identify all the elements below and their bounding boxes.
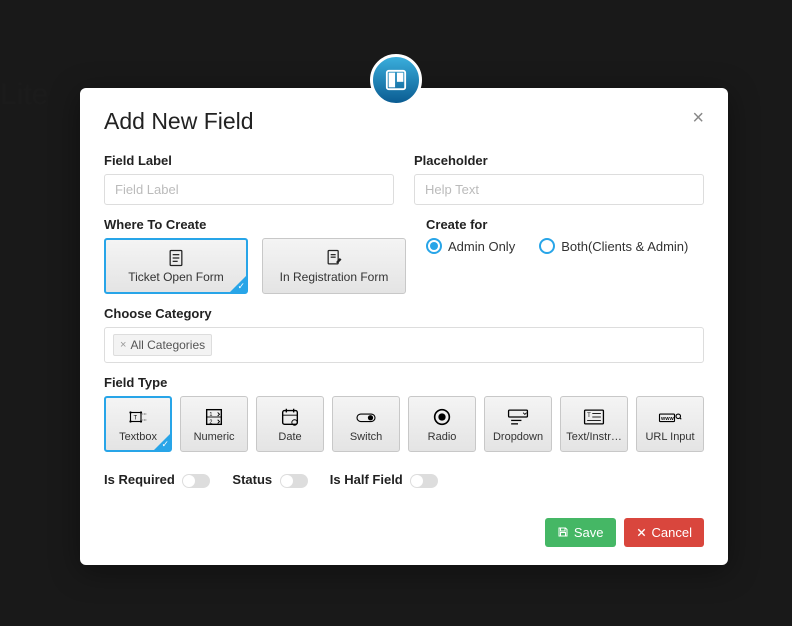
svg-text:T: T xyxy=(134,415,138,421)
toggle-icon xyxy=(182,474,210,488)
svg-text:1: 1 xyxy=(209,412,212,418)
field-type-dropdown[interactable]: Dropdown xyxy=(484,396,552,452)
category-tag[interactable]: × All Categories xyxy=(113,334,212,356)
selected-check-icon xyxy=(154,434,170,450)
toggle-icon xyxy=(410,474,438,488)
svg-text:2: 2 xyxy=(209,419,212,425)
radio-label: Admin Only xyxy=(448,239,515,254)
field-type-url-input[interactable]: WWW URL Input xyxy=(636,396,704,452)
form-edit-icon xyxy=(323,248,345,268)
type-label: Numeric xyxy=(194,431,235,443)
where-option-label: Ticket Open Form xyxy=(128,270,224,284)
create-for-label: Create for xyxy=(426,217,704,232)
close-button[interactable]: × xyxy=(692,108,704,128)
textbox-icon: T xyxy=(126,406,150,428)
field-type-radio[interactable]: Radio xyxy=(408,396,476,452)
tag-remove-icon[interactable]: × xyxy=(120,339,126,351)
selected-check-icon xyxy=(230,276,246,292)
type-label: Text/Instr… xyxy=(566,431,622,443)
is-required-toggle[interactable]: Is Required xyxy=(104,472,210,488)
where-option-registration-form[interactable]: In Registration Form xyxy=(262,238,406,294)
modal-title: Add New Field xyxy=(104,108,254,135)
toggle-icon xyxy=(280,474,308,488)
type-label: URL Input xyxy=(645,431,694,443)
field-label-input[interactable] xyxy=(104,174,394,205)
radio-icon xyxy=(426,238,442,254)
placeholder-input[interactable] xyxy=(414,174,704,205)
tag-label: All Categories xyxy=(130,338,205,352)
field-type-text-instr[interactable]: T Text/Instr… xyxy=(560,396,628,452)
field-type-date[interactable]: Date xyxy=(256,396,324,452)
date-icon xyxy=(278,406,302,428)
where-to-create-label: Where To Create xyxy=(104,217,406,232)
switch-icon xyxy=(354,406,378,428)
radio-icon xyxy=(539,238,555,254)
type-label: Switch xyxy=(350,431,382,443)
radio-icon xyxy=(430,406,454,428)
placeholder-label: Placeholder xyxy=(414,153,704,168)
save-icon xyxy=(557,526,569,538)
choose-category-label: Choose Category xyxy=(104,306,704,321)
svg-text:T: T xyxy=(587,413,591,419)
close-icon xyxy=(636,527,647,538)
cancel-button[interactable]: Cancel xyxy=(624,518,704,547)
type-label: Date xyxy=(278,431,301,443)
create-for-both[interactable]: Both(Clients & Admin) xyxy=(539,238,688,254)
category-select[interactable]: × All Categories xyxy=(104,327,704,363)
field-type-switch[interactable]: Switch xyxy=(332,396,400,452)
text-instr-icon: T xyxy=(582,406,606,428)
is-half-field-toggle[interactable]: Is Half Field xyxy=(330,472,439,488)
where-option-ticket-open-form[interactable]: Ticket Open Form xyxy=(104,238,248,294)
add-field-modal: Add New Field × Field Label Placeholder … xyxy=(80,88,728,565)
svg-text:WWW: WWW xyxy=(661,416,674,421)
type-label: Radio xyxy=(428,431,457,443)
status-toggle[interactable]: Status xyxy=(232,472,307,488)
app-logo-icon xyxy=(370,54,422,106)
field-label-label: Field Label xyxy=(104,153,394,168)
form-list-icon xyxy=(165,248,187,268)
where-option-label: In Registration Form xyxy=(280,270,389,284)
create-for-admin-only[interactable]: Admin Only xyxy=(426,238,515,254)
type-label: Textbox xyxy=(119,431,157,443)
radio-label: Both(Clients & Admin) xyxy=(561,239,688,254)
field-type-textbox[interactable]: T Textbox xyxy=(104,396,172,452)
numeric-icon: 12 xyxy=(202,406,226,428)
save-button[interactable]: Save xyxy=(545,518,616,547)
field-type-label: Field Type xyxy=(104,375,704,390)
field-type-numeric[interactable]: 12 Numeric xyxy=(180,396,248,452)
type-label: Dropdown xyxy=(493,431,543,443)
url-icon: WWW xyxy=(658,406,682,428)
dropdown-icon xyxy=(506,406,530,428)
